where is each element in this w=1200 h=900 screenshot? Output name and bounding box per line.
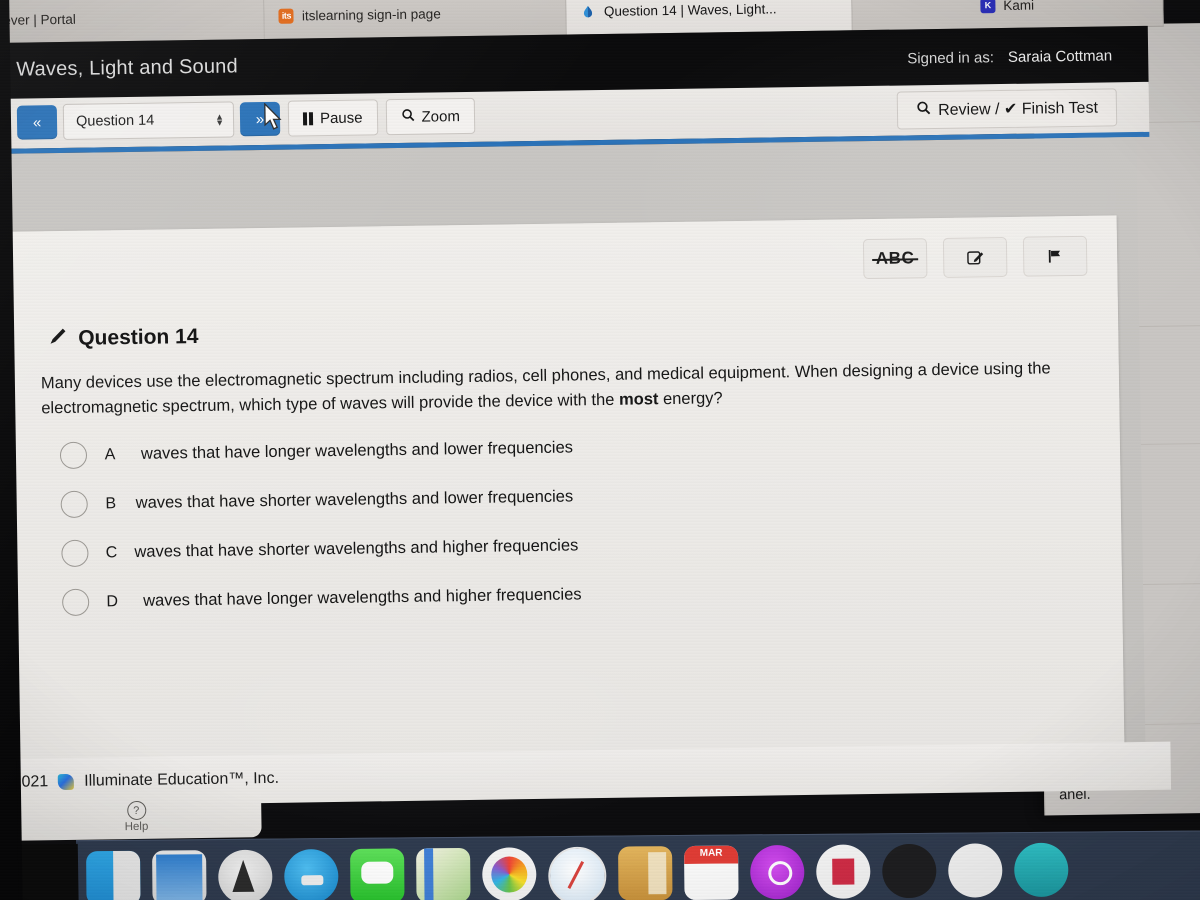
previous-question-button[interactable]: « bbox=[16, 105, 58, 140]
photos-icon[interactable] bbox=[482, 847, 537, 900]
question-prompt: Many devices use the electromagnetic spe… bbox=[41, 355, 1132, 421]
keynote-icon[interactable] bbox=[816, 844, 871, 899]
itunes-icon[interactable] bbox=[750, 844, 805, 900]
browser-tab-question-14[interactable]: Question 14 | Waves, Light... bbox=[566, 0, 853, 35]
browser-tab-label: itslearning sign-in page bbox=[301, 5, 441, 23]
dark-app-icon[interactable] bbox=[882, 843, 937, 899]
pause-button[interactable]: Pause bbox=[287, 99, 378, 137]
contacts-icon[interactable] bbox=[618, 846, 673, 900]
review-finish-label: Review / ✔ Finish Test bbox=[938, 99, 1099, 119]
magnifier-icon bbox=[916, 100, 931, 120]
pause-icon bbox=[302, 111, 314, 125]
test-stage: ABC Question 14 Many devices use the ele… bbox=[0, 137, 1146, 795]
option-letter: A bbox=[104, 445, 116, 463]
option-letter: C bbox=[105, 543, 118, 561]
screen-photo: еd nnecte 2.168. atical join P join n et… bbox=[0, 0, 1200, 900]
option-text: waves that have shorter wavelengths and … bbox=[134, 536, 579, 561]
signed-in-status: Signed in as: Saraia Cottman bbox=[907, 47, 1112, 67]
annotate-tool[interactable] bbox=[942, 236, 1008, 278]
magnifier-icon bbox=[400, 108, 414, 126]
pencil-icon bbox=[48, 326, 68, 352]
maps-icon[interactable] bbox=[416, 847, 471, 900]
question-mark-icon: ? bbox=[126, 800, 146, 821]
answer-options: A waves that have longer wavelengths and… bbox=[59, 415, 1123, 627]
macos-dock[interactable]: MAR bbox=[75, 830, 1200, 900]
question-heading: Question 14 bbox=[48, 324, 199, 352]
strikethrough-tool[interactable]: ABC bbox=[862, 238, 928, 280]
review-finish-test-button[interactable]: Review / ✔ Finish Test bbox=[896, 88, 1118, 130]
flag-tool[interactable] bbox=[1022, 235, 1088, 277]
option-text: waves that have shorter wavelengths and … bbox=[135, 487, 574, 512]
launchpad-icon[interactable] bbox=[218, 849, 273, 900]
calendar-icon[interactable]: MAR bbox=[684, 845, 739, 900]
pause-label: Pause bbox=[319, 109, 363, 127]
browser-tab-clever[interactable]: C Clever | Portal bbox=[0, 0, 266, 44]
prompt-part-2: energy? bbox=[658, 389, 723, 409]
finder-icon[interactable] bbox=[86, 850, 141, 900]
question-card: ABC Question 14 Many devices use the ele… bbox=[0, 215, 1125, 767]
messages-icon[interactable] bbox=[350, 848, 405, 900]
user-name: Saraia Cottman bbox=[1007, 47, 1113, 66]
help-label: Help bbox=[124, 820, 149, 834]
option-letter: B bbox=[105, 494, 117, 512]
chevron-updown-icon: ▲ ▼ bbox=[214, 111, 225, 128]
browser-tab-itslearning[interactable]: its itslearning sign-in page bbox=[264, 0, 568, 39]
option-letter: D bbox=[106, 592, 119, 610]
browser-tab-label: Question 14 | Waves, Light... bbox=[603, 0, 777, 19]
browser-tab-label: Clever | Portal bbox=[0, 11, 76, 28]
prompt-emphasis: most bbox=[618, 390, 659, 409]
page-title: Waves, Light and Sound bbox=[16, 55, 238, 81]
browser-tab-label: Kami bbox=[1003, 0, 1035, 13]
zoom-label: Zoom bbox=[421, 107, 461, 126]
kami-icon: K bbox=[980, 0, 996, 13]
teal-app-icon[interactable] bbox=[1014, 842, 1069, 898]
radio-button[interactable] bbox=[59, 441, 88, 470]
illuminate-logo-icon bbox=[58, 773, 75, 791]
option-text: waves that have longer wavelengths and h… bbox=[143, 585, 582, 610]
compass-icon[interactable] bbox=[548, 846, 607, 900]
help-button[interactable]: ? Help bbox=[11, 793, 262, 841]
question-select-value: Question 14 bbox=[75, 112, 155, 130]
radio-button[interactable] bbox=[60, 490, 88, 519]
zoom-button[interactable]: Zoom bbox=[385, 97, 476, 136]
illuminate-icon bbox=[581, 4, 596, 19]
safari-blue-icon[interactable] bbox=[284, 849, 339, 900]
prompt-part-1: Many devices use the electromagnetic spe… bbox=[40, 359, 1051, 418]
question-tools: ABC bbox=[862, 235, 1088, 280]
mail-icon[interactable] bbox=[152, 850, 207, 900]
bezel-left-lower bbox=[0, 758, 19, 900]
radio-button[interactable] bbox=[61, 588, 90, 617]
question-select[interactable]: Question 14 ▲ ▼ bbox=[62, 101, 235, 140]
radio-button[interactable] bbox=[61, 539, 89, 568]
white-app-icon[interactable] bbox=[948, 843, 1003, 898]
option-text: waves that have longer wavelengths and l… bbox=[140, 438, 574, 463]
question-heading-text: Question 14 bbox=[78, 324, 199, 350]
signed-in-label: Signed in as: bbox=[907, 49, 995, 68]
itslearning-icon: its bbox=[278, 8, 295, 24]
calendar-month-label: MAR bbox=[699, 847, 723, 859]
company-name: Illuminate Education™, Inc. bbox=[84, 769, 280, 790]
